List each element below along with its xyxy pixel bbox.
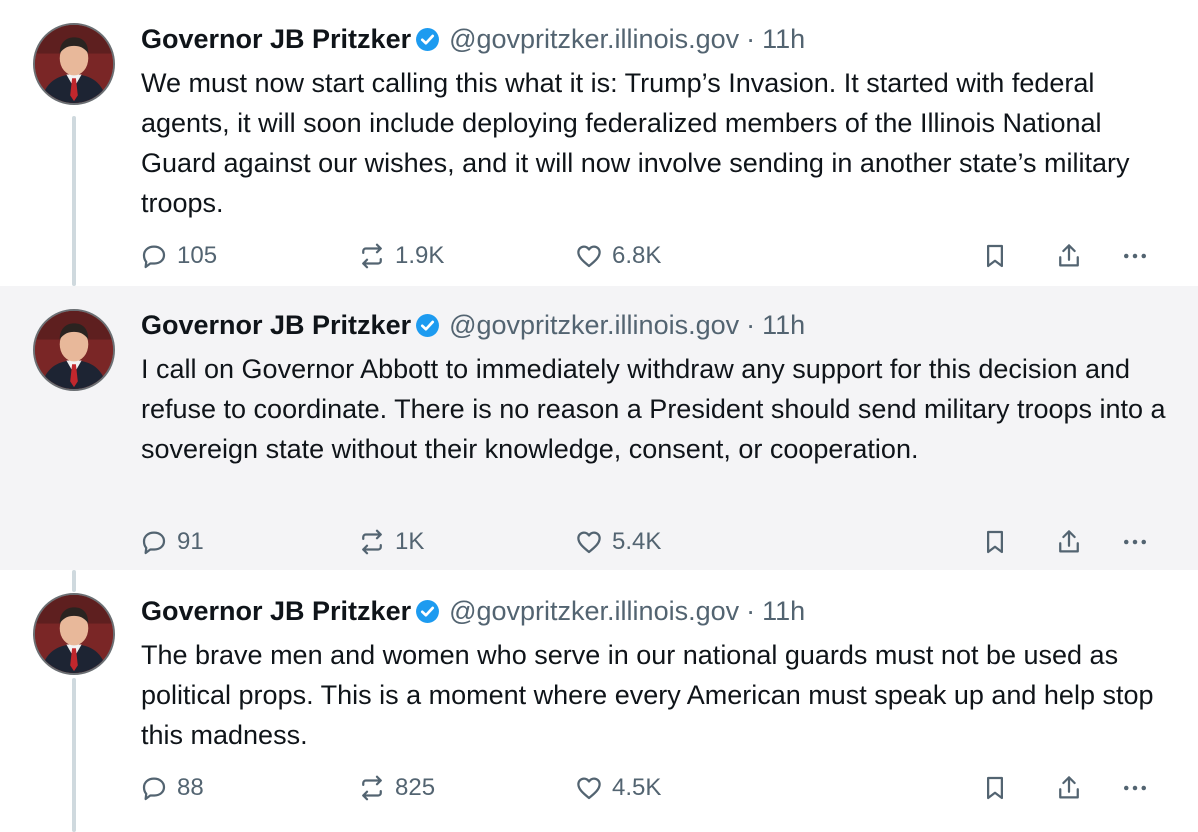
author-name[interactable]: Governor JB Pritzker [141, 593, 411, 629]
avatar-portrait-image [35, 595, 113, 673]
post-actions: 105 1.9K 6.8K [0, 236, 1198, 276]
reply-count: 105 [177, 242, 218, 269]
like-icon [577, 245, 601, 268]
like-button[interactable]: 6.8K [574, 236, 661, 276]
like-count: 5.4K [612, 528, 662, 555]
post-header: Governor JB Pritzker @govpritzker.illino… [141, 21, 805, 57]
like-icon [577, 531, 601, 554]
repost-count: 825 [395, 774, 436, 801]
repost-count: 1K [395, 528, 425, 555]
verified-badge-icon [415, 599, 440, 624]
post-timestamp[interactable]: 11h [762, 307, 805, 343]
like-count: 6.8K [612, 242, 662, 269]
more-options-button[interactable] [1120, 522, 1150, 562]
bookmark-icon [987, 244, 1003, 268]
author-handle[interactable]: @govpritzker.illinois.gov [449, 307, 739, 343]
reply-icon [142, 245, 166, 269]
avatar-portrait-image [35, 25, 113, 103]
post-actions: 91 1K 5.4K [0, 522, 1198, 562]
bookmark-button[interactable] [980, 522, 1010, 562]
repost-button[interactable]: 1K [357, 522, 424, 562]
more-icon [1124, 539, 1146, 545]
share-button[interactable] [1054, 768, 1084, 808]
avatar[interactable] [33, 593, 115, 675]
post-text: The brave men and women who serve in our… [141, 640, 1154, 750]
post-text: I call on Governor Abbott to immediately… [141, 354, 1166, 464]
separator-dot: · [746, 24, 756, 54]
more-options-button[interactable] [1120, 768, 1150, 808]
like-button[interactable]: 4.5K [574, 768, 661, 808]
repost-button[interactable]: 825 [357, 768, 435, 808]
share-button[interactable] [1054, 522, 1084, 562]
repost-button[interactable]: 1.9K [357, 236, 444, 276]
author-handle[interactable]: @govpritzker.illinois.gov [449, 593, 739, 629]
reply-count: 88 [177, 774, 204, 801]
more-icon [1124, 253, 1146, 259]
verified-badge-icon [415, 313, 440, 338]
post-text: We must now start calling this what it i… [141, 68, 1130, 218]
post-timestamp[interactable]: 11h [762, 593, 805, 629]
reply-icon [142, 777, 166, 801]
like-count: 4.5K [612, 774, 662, 801]
bookmark-icon [987, 530, 1003, 554]
author-name[interactable]: Governor JB Pritzker [141, 307, 411, 343]
share-icon [1059, 530, 1079, 553]
avatar-portrait-image [35, 311, 113, 389]
share-icon [1059, 776, 1079, 799]
avatar[interactable] [33, 23, 115, 105]
like-icon [577, 777, 601, 800]
author-name[interactable]: Governor JB Pritzker [141, 21, 411, 57]
post-header: Governor JB Pritzker @govpritzker.illino… [141, 593, 805, 629]
bookmark-button[interactable] [980, 768, 1010, 808]
repost-icon [362, 529, 382, 555]
post-header: Governor JB Pritzker @govpritzker.illino… [141, 307, 805, 343]
post[interactable]: Governor JB Pritzker @govpritzker.illino… [0, 0, 1198, 286]
reply-count: 91 [177, 528, 204, 555]
bookmark-button[interactable] [980, 236, 1010, 276]
post-thread: Governor JB Pritzker @govpritzker.illino… [0, 0, 1198, 832]
bookmark-icon [987, 776, 1003, 800]
more-options-button[interactable] [1120, 236, 1150, 276]
reply-button[interactable]: 91 [139, 522, 204, 562]
post[interactable]: Governor JB Pritzker @govpritzker.illino… [0, 286, 1198, 570]
more-icon [1124, 785, 1146, 791]
post-timestamp[interactable]: 11h [762, 21, 805, 57]
reply-icon [142, 531, 166, 555]
post-actions: 88 825 4.5K [0, 768, 1198, 808]
repost-count: 1.9K [395, 242, 445, 269]
share-icon [1059, 244, 1079, 267]
reply-button[interactable]: 105 [139, 236, 217, 276]
author-handle[interactable]: @govpritzker.illinois.gov [449, 21, 739, 57]
like-button[interactable]: 5.4K [574, 522, 661, 562]
separator-dot: · [746, 596, 756, 626]
post[interactable]: Governor JB Pritzker @govpritzker.illino… [0, 570, 1198, 832]
share-button[interactable] [1054, 236, 1084, 276]
verified-badge-icon [415, 27, 440, 52]
avatar[interactable] [33, 309, 115, 391]
repost-icon [362, 775, 382, 801]
repost-icon [362, 243, 382, 269]
separator-dot: · [746, 310, 756, 340]
reply-button[interactable]: 88 [139, 768, 204, 808]
